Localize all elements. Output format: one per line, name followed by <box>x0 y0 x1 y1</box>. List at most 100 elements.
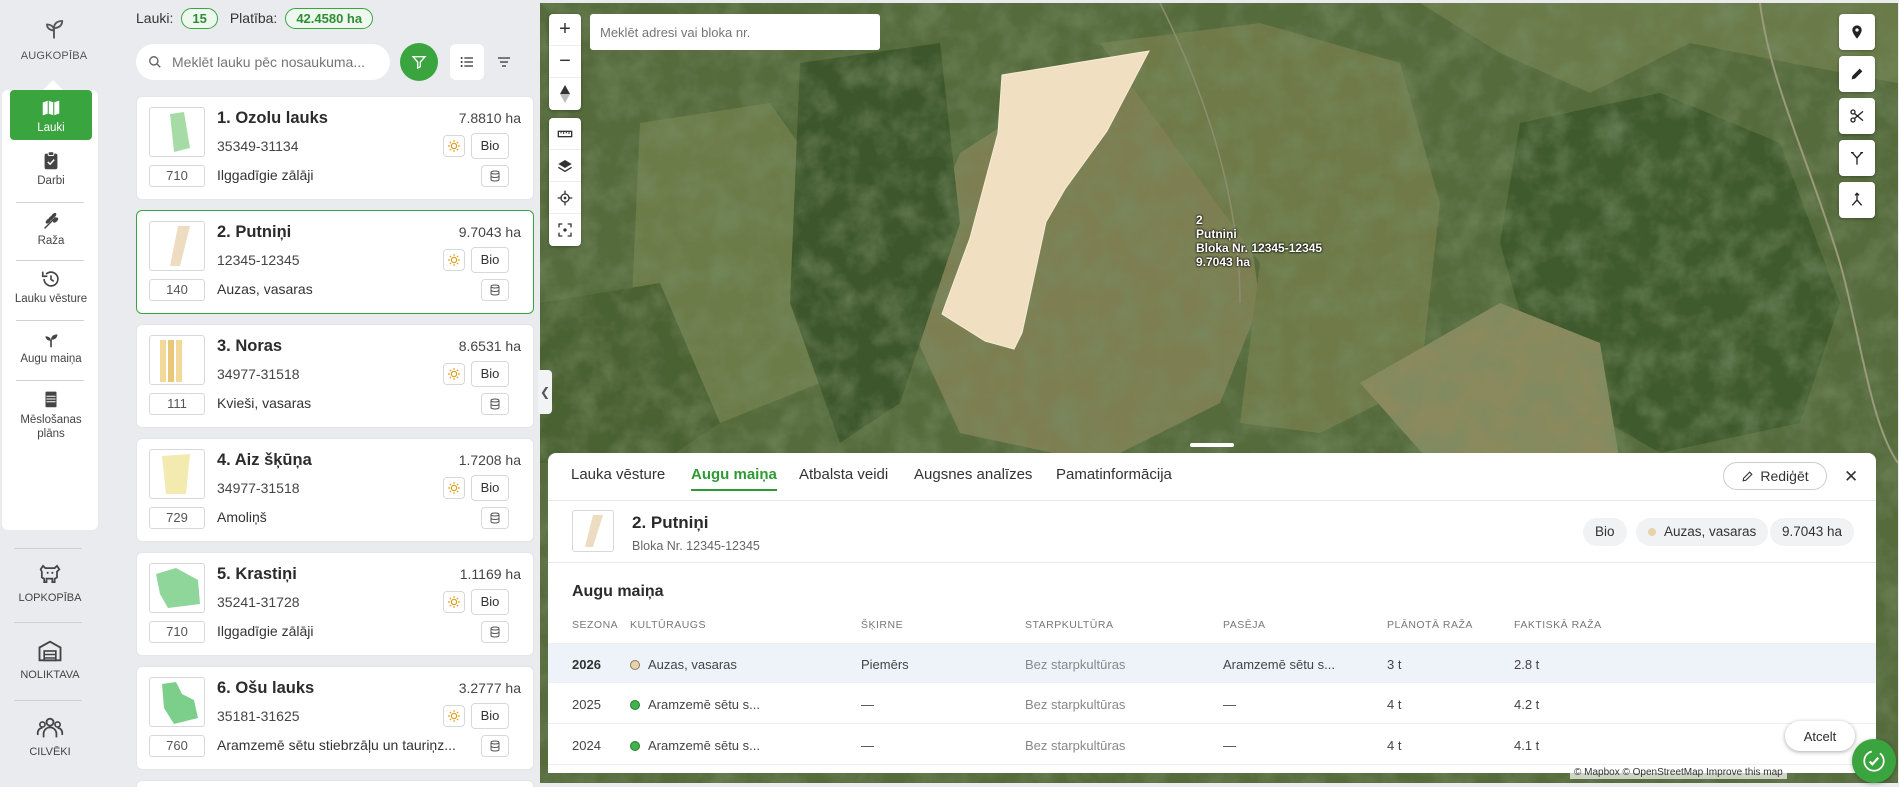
actual-yield-cell: 4.1 t <box>1514 738 1540 753</box>
database-icon[interactable] <box>481 165 509 187</box>
assistant-button[interactable] <box>1852 739 1896 783</box>
field-crop: Aramzemē sētu stiebrzāļu un tauriņz... <box>217 737 456 753</box>
zoom-controls: + − <box>549 14 581 110</box>
cancel-button[interactable]: Atcelt <box>1785 721 1855 751</box>
sun-icon[interactable] <box>443 477 465 499</box>
edit-button[interactable]: Rediģēt <box>1723 462 1827 490</box>
cow-icon <box>39 564 61 584</box>
nav-item-darbi[interactable]: Darbi <box>10 148 92 194</box>
variety-cell: — <box>861 738 874 753</box>
nav-module-noliktava[interactable]: NOLIKTAVA <box>0 637 100 681</box>
merge-button[interactable] <box>1839 182 1875 218</box>
fit-bounds-button[interactable] <box>549 214 581 246</box>
field-card[interactable] <box>136 780 534 787</box>
add-marker-button[interactable] <box>1839 14 1875 50</box>
field-block-number: 35349-31134 <box>217 138 299 154</box>
crop-name: Aramzemē sētu s... <box>648 697 760 712</box>
field-shape-thumbnail <box>149 449 205 499</box>
nav-module-label: LOPKOPĪBA <box>18 592 82 604</box>
cut-button[interactable] <box>1839 98 1875 134</box>
nav-item-augu-maina[interactable]: Augu maiņa <box>10 326 92 376</box>
locate-button[interactable] <box>549 182 581 214</box>
field-card[interactable]: 140 2. Putniņi 12345-12345 Auzas, vasara… <box>136 210 534 314</box>
crop-chip: Auzas, vasaras <box>1636 518 1769 546</box>
close-panel-button[interactable]: ✕ <box>1844 467 1858 487</box>
measure-button[interactable] <box>549 118 581 150</box>
split-button[interactable] <box>1839 140 1875 176</box>
nav-item-meslosanas-plans[interactable]: Mēslošanas plāns <box>10 386 92 456</box>
table-row[interactable]: 2026 Auzas, vasaras Piemērs Bez starpkul… <box>548 643 1876 683</box>
nav-item-label: Mēslošanas plāns <box>20 414 82 440</box>
database-icon[interactable] <box>481 621 509 643</box>
bio-badge[interactable]: Bio <box>471 133 509 159</box>
map-search-input[interactable] <box>600 24 870 40</box>
map-label-line: 9.7043 ha <box>1196 255 1251 269</box>
field-card[interactable]: 710 5. Krastiņi 35241-31728 Ilggadīgie z… <box>136 552 534 656</box>
crop-color-dot <box>630 741 640 751</box>
chevron-left-icon: ❮ <box>539 385 551 399</box>
table-row[interactable]: 2025 Aramzemē sētu s... — Bez starpkultū… <box>548 684 1876 724</box>
area-label: Platība: <box>229 10 278 26</box>
bio-badge[interactable]: Bio <box>471 247 509 273</box>
nav-item-label: Augu maiņa <box>20 353 82 365</box>
nav-module-lopkopiba[interactable]: LOPKOPĪBA <box>0 560 100 604</box>
collapse-list-button[interactable]: ❮ <box>538 370 552 414</box>
history-icon <box>41 271 59 287</box>
field-card[interactable]: 111 3. Noras 34977-31518 Kvieši, vasaras… <box>136 324 534 428</box>
sun-icon[interactable] <box>443 705 465 727</box>
table-row[interactable]: 2024 Aramzemē sētu s... — Bez starpkultū… <box>548 725 1876 765</box>
field-search-input[interactable] <box>172 54 372 70</box>
bio-badge[interactable]: Bio <box>471 703 509 729</box>
sun-icon[interactable] <box>443 135 465 157</box>
nav-module-label: AUGKOPĪBA <box>20 50 88 62</box>
database-icon[interactable] <box>481 393 509 415</box>
tab-pamatinformacija[interactable]: Pamatinformācija <box>1056 466 1172 483</box>
bio-badge[interactable]: Bio <box>471 589 509 615</box>
app: AUGKOPĪBA Lauki Darbi Raža Lauku vēsture <box>0 0 1899 787</box>
scissors-icon <box>1850 109 1864 123</box>
nav-item-lauku-vesture[interactable]: Lauku vēsture <box>10 266 92 316</box>
sun-icon[interactable] <box>443 591 465 613</box>
nav-module-cilveki[interactable]: CILVĒKI <box>0 714 100 758</box>
planned-yield-cell: 4 t <box>1387 697 1402 712</box>
list-view-button[interactable] <box>450 44 484 80</box>
bio-badge[interactable]: Bio <box>471 475 509 501</box>
pencil-icon <box>1742 470 1753 482</box>
nav-item-raza[interactable]: Raža <box>10 208 92 254</box>
variety-cell: Piemērs <box>861 657 909 672</box>
field-card[interactable]: 729 4. Aiz šķūņa 34977-31518 Amoliņš 1.7… <box>136 438 534 542</box>
nav-divider <box>16 202 84 203</box>
field-title: 2. Putniņi <box>632 513 709 532</box>
compass-button[interactable] <box>549 78 581 110</box>
sort-button[interactable] <box>487 44 521 80</box>
nav-item-lauki[interactable]: Lauki <box>10 90 92 140</box>
field-search <box>136 44 390 80</box>
field-card[interactable]: 710 1. Ozolu lauks 35349-31134 Ilggadīgi… <box>136 96 534 200</box>
map-attribution[interactable]: © Mapbox © OpenStreetMap Improve this ma… <box>1570 766 1787 779</box>
crop-cell: Aramzemē sētu s... <box>630 697 760 712</box>
field-card[interactable]: 760 6. Ošu lauks 35181-31625 Aramzemē sē… <box>136 666 534 770</box>
zoom-out-button[interactable]: − <box>549 46 581 78</box>
field-number: 760 <box>149 735 205 757</box>
season-cell: 2025 <box>572 697 601 712</box>
nav-caret <box>43 80 63 90</box>
filter-button[interactable] <box>400 43 438 81</box>
sun-icon[interactable] <box>443 249 465 271</box>
tab-augu-maina[interactable]: Augu maiņa <box>691 466 777 491</box>
field-number: 140 <box>149 279 205 301</box>
database-icon[interactable] <box>481 735 509 757</box>
tab-lauka-vesture[interactable]: Lauka vēsture <box>571 466 665 483</box>
crop-cell: Auzas, vasaras <box>630 657 737 672</box>
panel-drag-handle[interactable] <box>1190 443 1234 447</box>
tab-atbalsta-veidi[interactable]: Atbalsta veidi <box>799 466 888 483</box>
nav-module-augkopiba[interactable]: AUGKOPĪBA <box>8 8 100 78</box>
tab-augsnes-analizes[interactable]: Augsnes analīzes <box>914 466 1032 483</box>
bio-badge[interactable]: Bio <box>471 361 509 387</box>
sun-icon[interactable] <box>443 363 465 385</box>
layers-button[interactable] <box>549 150 581 182</box>
database-icon[interactable] <box>481 279 509 301</box>
database-icon[interactable] <box>481 507 509 529</box>
draw-button[interactable] <box>1839 56 1875 92</box>
nav-divider <box>14 548 82 549</box>
zoom-in-button[interactable]: + <box>549 14 581 46</box>
